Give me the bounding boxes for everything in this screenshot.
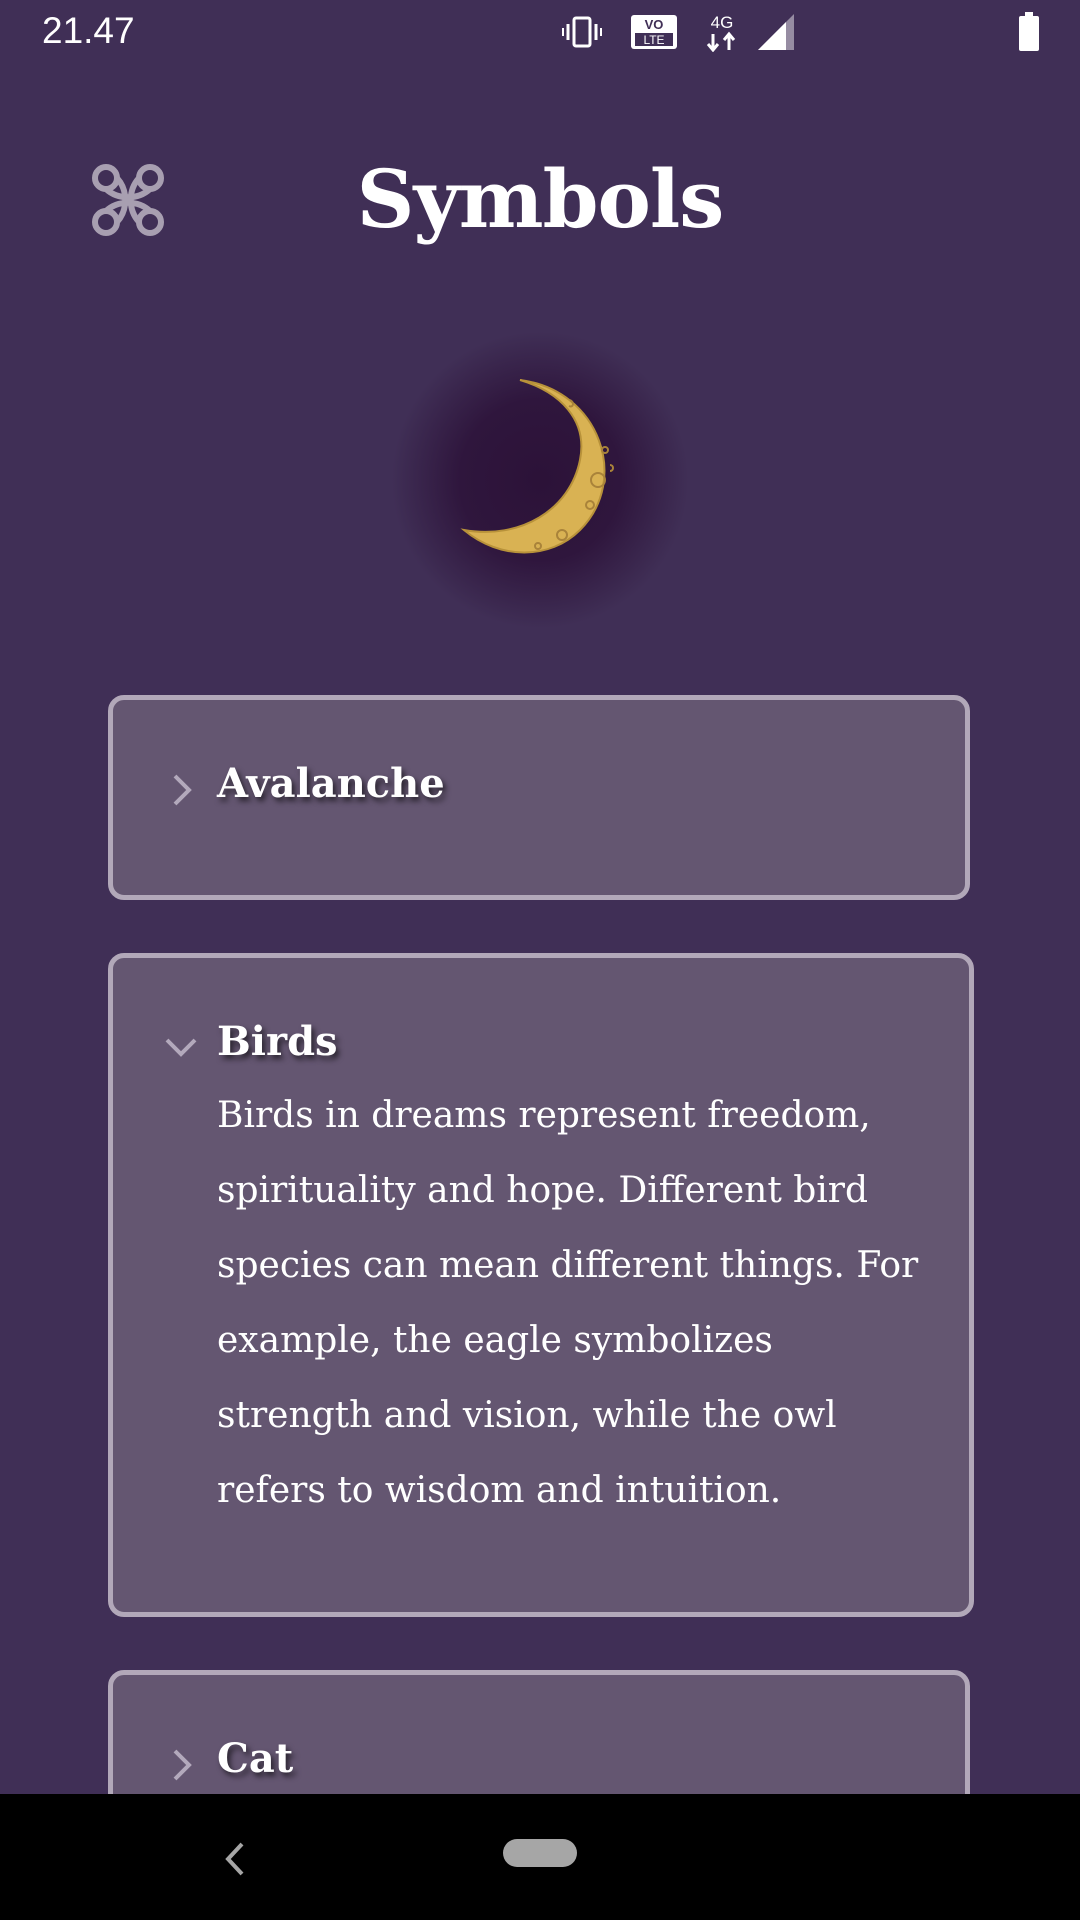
page-title: Symbols (356, 152, 725, 246)
volte-icon: VO LTE (630, 14, 678, 50)
network-text: 4G (711, 13, 734, 32)
chevron-right-icon (173, 1749, 192, 1781)
navigation-bar (0, 1794, 1080, 1920)
home-pill-icon[interactable] (503, 1839, 577, 1867)
chevron-right-icon (173, 774, 192, 806)
crescent-moon-icon (460, 379, 614, 554)
symbol-title: Cat (217, 1735, 294, 1782)
volte-top-text: VO (645, 17, 664, 32)
battery-icon (1019, 12, 1039, 51)
symbol-card-birds: Birds Birds in dreams represent freedom,… (108, 953, 974, 1617)
symbol-card-avalanche: Avalanche (108, 695, 970, 900)
status-bar: 21.47 VO LTE 4G (0, 0, 1080, 64)
symbol-description: Birds in dreams represent freedom, spiri… (217, 1095, 919, 1511)
accordion-header-avalanche[interactable]: Avalanche (113, 700, 965, 850)
symbol-title: Birds (217, 1018, 338, 1065)
chevron-down-icon (165, 1038, 197, 1057)
vibrate-icon (562, 16, 602, 48)
volte-bottom-text: LTE (643, 33, 664, 47)
back-icon[interactable] (222, 1840, 246, 1878)
status-time: 21.47 (42, 10, 135, 51)
4g-data-icon: 4G (702, 12, 742, 53)
signal-icon (758, 14, 794, 50)
symbol-title: Avalanche (217, 760, 445, 807)
